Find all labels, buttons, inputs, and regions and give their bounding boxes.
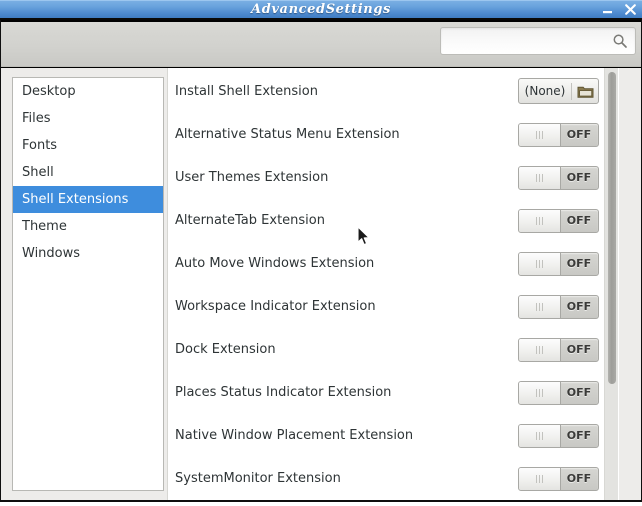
- toggle-knob: [519, 167, 561, 189]
- toggle-state: OFF: [566, 343, 592, 356]
- window-title: AdvancedSettings: [251, 2, 391, 17]
- sidebar-item-desktop[interactable]: Desktop: [13, 78, 163, 105]
- settings-row: Workspace Indicator Extension OFF: [168, 285, 619, 328]
- toggle-state: OFF: [566, 171, 592, 184]
- settings-row: Alternative Status Menu Extension OFF: [168, 113, 619, 156]
- toggle-knob: [519, 339, 561, 361]
- toggle-knob: [519, 253, 561, 275]
- sidebar-item-fonts[interactable]: Fonts: [13, 132, 163, 159]
- setting-label: Workspace Indicator Extension: [175, 299, 376, 314]
- toggle-alternative-status-menu-extension[interactable]: OFF: [518, 123, 599, 147]
- settings-row: Install Shell Extension (None): [168, 70, 619, 113]
- settings-row: AlternateTab Extension OFF: [168, 199, 619, 242]
- toggle-dock-extension[interactable]: OFF: [518, 338, 599, 362]
- sidebar-item-shell[interactable]: Shell: [13, 159, 163, 186]
- close-icon[interactable]: [622, 2, 638, 18]
- toggle-knob: [519, 210, 561, 232]
- toggle-knob: [519, 296, 561, 318]
- sidebar-item-files[interactable]: Files: [13, 105, 163, 132]
- scrollbar-thumb[interactable]: [608, 72, 616, 384]
- setting-label: Alternative Status Menu Extension: [175, 127, 400, 142]
- toggle-state: OFF: [566, 300, 592, 313]
- toggle-systemmonitor-extension[interactable]: OFF: [518, 467, 599, 491]
- window-bottom-edge: [0, 500, 642, 506]
- search-field[interactable]: [440, 27, 636, 56]
- toolbar: [1, 22, 641, 67]
- setting-label: User Themes Extension: [175, 170, 329, 185]
- setting-label: Native Window Placement Extension: [175, 428, 414, 443]
- toggle-state: OFF: [566, 257, 592, 270]
- toggle-state: OFF: [566, 472, 592, 485]
- sidebar-item-theme[interactable]: Theme: [13, 213, 163, 240]
- vertical-scrollbar[interactable]: [604, 68, 618, 500]
- setting-label: Install Shell Extension: [175, 84, 318, 99]
- application-window: AdvancedSettings Desktop Files Fonts She…: [0, 0, 642, 506]
- setting-label: SystemMonitor Extension: [175, 471, 341, 486]
- settings-row: SystemMonitor Extension OFF: [168, 457, 619, 500]
- toggle-native-window-placement-extension[interactable]: OFF: [518, 424, 599, 448]
- toggle-places-status-indicator-extension[interactable]: OFF: [518, 381, 599, 405]
- filechooser-value: (None): [524, 84, 566, 98]
- toggle-state: OFF: [566, 386, 592, 399]
- filechooser-separator: [571, 82, 572, 100]
- toggle-state: OFF: [566, 214, 592, 227]
- toggle-alternatetab-extension[interactable]: OFF: [518, 209, 599, 233]
- window-controls: [599, 0, 638, 19]
- install-shell-extension-filechooser[interactable]: (None): [518, 78, 599, 104]
- toggle-auto-move-windows-extension[interactable]: OFF: [518, 252, 599, 276]
- settings-row: User Themes Extension OFF: [168, 156, 619, 199]
- settings-panel: Install Shell Extension (None) Alternati…: [167, 68, 619, 500]
- setting-label: Places Status Indicator Extension: [175, 385, 392, 400]
- settings-row: Auto Move Windows Extension OFF: [168, 242, 619, 285]
- search-icon: [612, 33, 628, 49]
- toggle-state: OFF: [566, 128, 592, 141]
- setting-label: AlternateTab Extension: [175, 213, 325, 228]
- setting-label: Dock Extension: [175, 342, 276, 357]
- minimize-icon[interactable]: [599, 2, 615, 18]
- toggle-state: OFF: [566, 429, 592, 442]
- setting-label: Auto Move Windows Extension: [175, 256, 375, 271]
- settings-row: Places Status Indicator Extension OFF: [168, 371, 619, 414]
- sidebar-item-shell-extensions[interactable]: Shell Extensions: [13, 186, 163, 213]
- toggle-workspace-indicator-extension[interactable]: OFF: [518, 295, 599, 319]
- main-area: Desktop Files Fonts Shell Shell Extensio…: [1, 68, 641, 500]
- search-input[interactable]: [447, 28, 611, 56]
- toggle-knob: [519, 425, 561, 447]
- sidebar-item-windows[interactable]: Windows: [13, 240, 163, 267]
- toggle-knob: [519, 382, 561, 404]
- toggle-knob: [519, 468, 561, 490]
- settings-row: Dock Extension OFF: [168, 328, 619, 371]
- folder-open-icon: [576, 83, 594, 99]
- category-sidebar[interactable]: Desktop Files Fonts Shell Shell Extensio…: [12, 77, 164, 491]
- settings-row: Native Window Placement Extension OFF: [168, 414, 619, 457]
- toggle-user-themes-extension[interactable]: OFF: [518, 166, 599, 190]
- toggle-knob: [519, 124, 561, 146]
- title-bar[interactable]: AdvancedSettings: [0, 0, 642, 20]
